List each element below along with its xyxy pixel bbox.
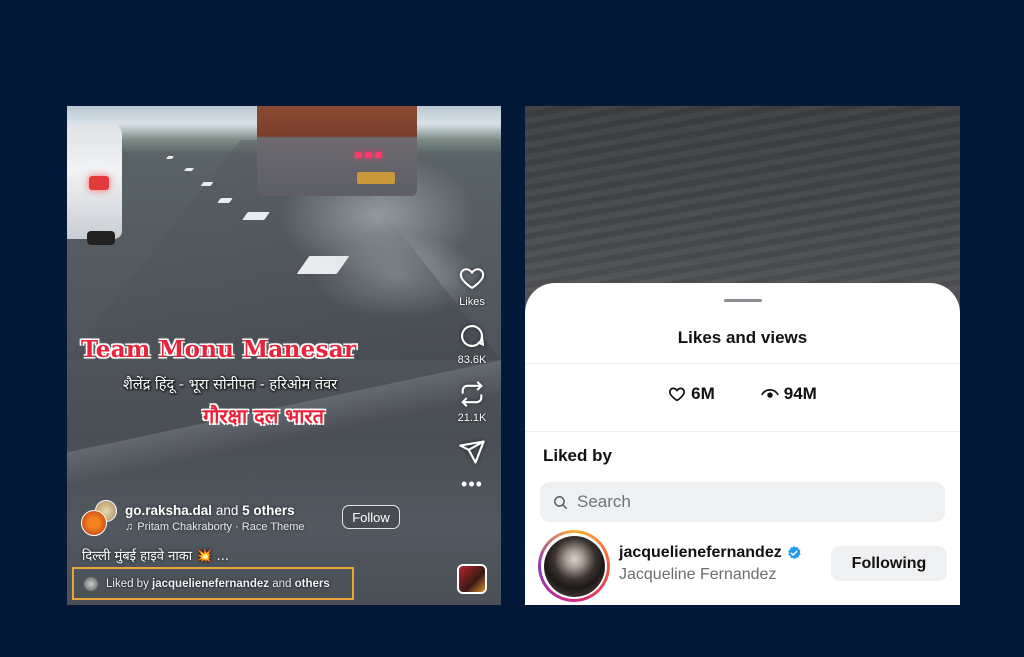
following-button[interactable]: Following (831, 546, 947, 581)
author-username[interactable]: go.raksha.dal (125, 503, 212, 518)
comment-icon (461, 325, 485, 347)
comments-count: 83.6K (457, 354, 487, 366)
share-button[interactable] (449, 438, 495, 466)
reel-actions: Likes 83.6K 21.1K ••• (449, 264, 495, 495)
eye-icon (761, 389, 779, 398)
sheet-title: Likes and views (677, 328, 808, 347)
avatar (84, 576, 98, 591)
likes-count: 6M (691, 384, 715, 403)
search-input[interactable] (577, 492, 917, 512)
video-overlay-title: Team Monu Manesar (81, 336, 357, 363)
reel-screenshot: Team Monu Manesar शैलेंद्र हिंदू - भूरा … (67, 106, 501, 605)
search-icon (554, 495, 567, 509)
liked-by-others[interactable]: others (295, 578, 330, 590)
liked-by-user[interactable]: jacquelienefernandez (152, 578, 269, 590)
lane-marking (165, 156, 175, 159)
avatar (81, 510, 107, 536)
send-icon (459, 440, 485, 464)
avatar (543, 535, 605, 597)
author-and: and (215, 503, 239, 518)
verified-badge-icon (787, 546, 801, 560)
video-overlay-subtitle: शैलेंद्र हिंदू - भूरा सोनीपत - हरिओम तंव… (123, 377, 338, 393)
heart-icon (459, 268, 485, 290)
reel-caption[interactable]: दिल्ली मुंबई हाइवे नाका 💥 ... (82, 546, 229, 564)
repost-icon (461, 381, 483, 407)
stats-row: 6M 94M (525, 384, 960, 404)
music-info[interactable]: ♫ Pritam Chakraborty · Race Theme (125, 521, 305, 533)
liked-user-fullname: Jacqueline Fernandez (619, 566, 777, 583)
truck (257, 106, 417, 196)
likes-and-views-sheet: Likes and views 6M 94M Liked by jacqueli… (525, 283, 960, 605)
liked-by-and: and (272, 577, 292, 590)
music-title: Pritam Chakraborty · Race Theme (137, 521, 305, 533)
liked-by-prefix: Liked by (106, 577, 149, 590)
liked-by-highlight[interactable]: Liked by jacquelienefernandez and others (72, 567, 354, 600)
views-stat: 94M (761, 384, 817, 404)
likes-screenshot: Likes and views 6M 94M Liked by jacqueli… (525, 106, 960, 605)
audio-thumbnail[interactable] (457, 564, 487, 594)
comment-button[interactable]: 83.6K (449, 322, 495, 366)
likes-stat: 6M (668, 384, 715, 404)
more-options-icon[interactable]: ••• (449, 474, 495, 495)
search-bar[interactable] (540, 482, 945, 522)
music-note-icon: ♫ (125, 521, 134, 533)
lane-marking (183, 168, 195, 171)
liked-by-heading: Liked by (543, 446, 612, 465)
author-avatars[interactable] (81, 500, 123, 536)
divider (525, 431, 960, 432)
author-others[interactable]: 5 others (242, 503, 295, 518)
reposts-count: 21.1K (457, 412, 487, 424)
dimmed-video-background (525, 106, 960, 291)
divider (525, 363, 960, 364)
repost-button[interactable]: 21.1K (449, 380, 495, 424)
video-overlay-org: गौरक्षा दल भारत (203, 404, 325, 428)
liked-user-username[interactable]: jacquelienefernandez (619, 544, 782, 562)
views-count: 94M (783, 384, 817, 403)
liked-user-username-row[interactable]: jacquelienefernandez (619, 544, 802, 562)
story-ring[interactable] (538, 530, 610, 602)
follow-button[interactable]: Follow (342, 505, 400, 529)
reel-author: go.raksha.dal and 5 others ♫ Pritam Chak… (81, 500, 305, 536)
white-car (67, 124, 122, 245)
like-button[interactable]: Likes (449, 264, 495, 308)
liked-user-row[interactable]: jacquelienefernandez Jacqueline Fernande… (538, 528, 948, 604)
likes-label: Likes (459, 296, 485, 308)
sheet-grabber[interactable] (724, 299, 762, 302)
author-names[interactable]: go.raksha.dal and 5 others (125, 503, 305, 518)
heart-icon (669, 387, 686, 402)
